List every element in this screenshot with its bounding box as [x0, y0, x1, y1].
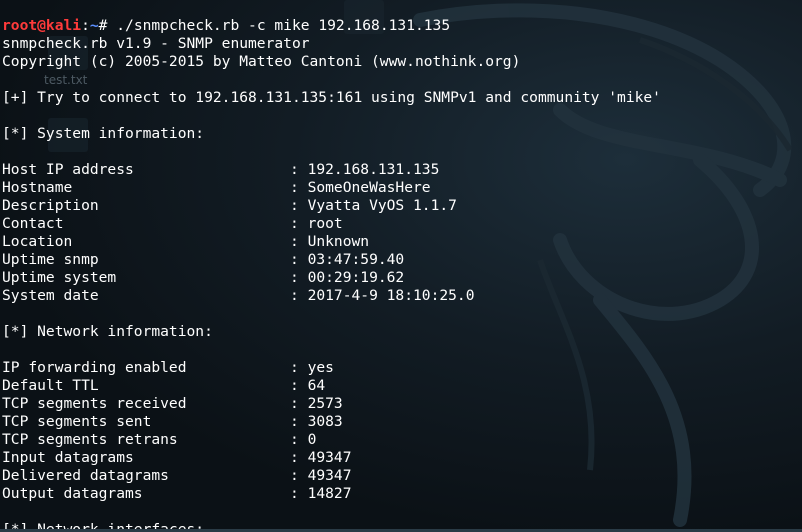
network-info-key: Input datagrams [2, 449, 134, 466]
system-info-row: Description : Vyatta VyOS 1.1.7 [2, 197, 661, 215]
network-info-value: : 49347 [290, 467, 352, 484]
network-info-row: TCP segments retrans : 0 [2, 431, 661, 449]
system-info-row: Hostname : SomeOneWasHere [2, 179, 661, 197]
system-info-row: Uptime snmp : 03:47:59.40 [2, 251, 661, 269]
network-info-key: TCP segments sent [2, 413, 152, 430]
connect-line: [+] Try to connect to 192.168.131.135:16… [2, 89, 661, 106]
system-info-row: Contact : root [2, 215, 661, 233]
system-info-key: Host IP address [2, 161, 134, 178]
network-info-row: TCP segments received : 2573 [2, 395, 661, 413]
network-info-key: TCP segments received [2, 395, 187, 412]
network-info-value: : yes [290, 359, 334, 376]
command-line: root@kali:~# ./snmpcheck.rb -c mike 192.… [2, 17, 661, 35]
network-info-value: : 3083 [290, 413, 343, 430]
network-info-key: Default TTL [2, 377, 99, 394]
copyright-line: Copyright (c) 2005-2015 by Matteo Canton… [2, 53, 521, 70]
system-info-key: Uptime snmp [2, 251, 99, 268]
system-info-row: Uptime system : 00:29:19.62 [2, 269, 661, 287]
network-info-row: IP forwarding enabled : yes [2, 359, 661, 377]
system-info-value: : 2017-4-9 18:10:25.0 [290, 287, 475, 304]
system-info-value: : 192.168.131.135 [290, 161, 440, 178]
system-info-value: : SomeOneWasHere [290, 179, 431, 196]
system-info-key: Location [2, 233, 73, 250]
system-info-value: : Unknown [290, 233, 370, 250]
terminal-output[interactable]: root@kali:~# ./snmpcheck.rb -c mike 192.… [2, 17, 661, 532]
network-info-row: Output datagrams : 14827 [2, 485, 661, 503]
network-info-value: : 2573 [290, 395, 343, 412]
system-section-header: [*] System information: [2, 125, 205, 142]
banner-line: snmpcheck.rb v1.9 - SNMP enumerator [2, 35, 310, 52]
network-info-key: TCP segments retrans [2, 431, 178, 448]
network-info-value: : 14827 [290, 485, 352, 502]
network-info-value: : 49347 [290, 449, 352, 466]
system-info-row: Location : Unknown [2, 233, 661, 251]
network-info-value: : 0 [290, 431, 317, 448]
system-info-value: : root [290, 215, 343, 232]
network-info-key: Delivered datagrams [2, 467, 169, 484]
command-text: ./snmpcheck.rb -c mike 192.168.131.135 [116, 17, 451, 34]
network-info-row: TCP segments sent : 3083 [2, 413, 661, 431]
network-info-key: IP forwarding enabled [2, 359, 187, 376]
system-info-value: : 00:29:19.62 [290, 269, 405, 286]
system-info-key: Description [2, 197, 99, 214]
prompt-user: root@kali [2, 17, 82, 34]
system-info-value: : Vyatta VyOS 1.1.7 [290, 197, 457, 214]
network-section-header: [*] Network information: [2, 323, 213, 340]
system-info-row: System date : 2017-4-9 18:10:25.0 [2, 287, 661, 305]
prompt-path: ~ [89, 17, 99, 34]
prompt-separator: : [81, 17, 90, 34]
network-info-key: Output datagrams [2, 485, 143, 502]
system-info-key: System date [2, 287, 99, 304]
system-info-key: Uptime system [2, 269, 117, 286]
terminal-window[interactable]: test.txt root@kali:~# ./snmpcheck.rb -c … [0, 0, 802, 532]
system-info-key: Hostname [2, 179, 73, 196]
system-info-row: Host IP address : 192.168.131.135 [2, 161, 661, 179]
system-info-value: : 03:47:59.40 [290, 251, 405, 268]
network-info-value: : 64 [290, 377, 326, 394]
network-info-row: Input datagrams : 49347 [2, 449, 661, 467]
network-info-row: Default TTL : 64 [2, 377, 661, 395]
prompt-symbol: # [98, 17, 117, 34]
system-info-key: Contact [2, 215, 64, 232]
network-info-row: Delivered datagrams : 49347 [2, 467, 661, 485]
